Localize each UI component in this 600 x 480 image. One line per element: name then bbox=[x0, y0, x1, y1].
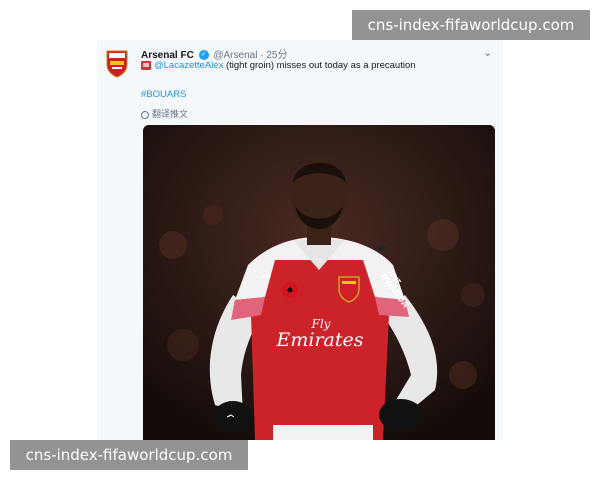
player-photo: Fly Emirates VISIT RWANDA bbox=[143, 125, 495, 440]
hashtag-link[interactable]: #BOUARS bbox=[141, 89, 186, 100]
mention-link[interactable]: @LacazetteAlex bbox=[154, 60, 223, 71]
tweet-body: (tight groin) misses out today as a prec… bbox=[223, 60, 416, 71]
flag-emoji-icon bbox=[141, 60, 151, 70]
chevron-down-icon[interactable]: ⌄ bbox=[483, 46, 492, 59]
left-glove bbox=[213, 401, 253, 433]
player-shorts bbox=[273, 425, 373, 440]
tweet-header: Arsenal FC ✓ @Arsenal · 25分 bbox=[141, 46, 287, 61]
arsenal-crest-avatar[interactable] bbox=[105, 50, 129, 78]
tweet-text: @LacazetteAlex (tight groin) misses out … bbox=[141, 60, 416, 71]
shirt-crest-icon bbox=[338, 276, 360, 303]
tweet-photo[interactable]: Fly Emirates VISIT RWANDA bbox=[143, 125, 495, 440]
tweet-card: Arsenal FC ✓ @Arsenal · 25分 ⌄ @Lacazette… bbox=[97, 40, 503, 440]
translate-tweet-link[interactable]: 翻译推文 bbox=[141, 107, 188, 120]
right-glove bbox=[379, 399, 423, 431]
verified-badge-icon: ✓ bbox=[198, 50, 209, 61]
watermark-bottom: cns-index-fifaworldcup.com bbox=[10, 440, 248, 470]
translate-label: 翻译推文 bbox=[152, 109, 189, 119]
globe-icon bbox=[141, 110, 149, 119]
watermark-top: cns-index-fifaworldcup.com bbox=[352, 10, 590, 40]
sponsor-line-2: Emirates bbox=[275, 329, 363, 351]
